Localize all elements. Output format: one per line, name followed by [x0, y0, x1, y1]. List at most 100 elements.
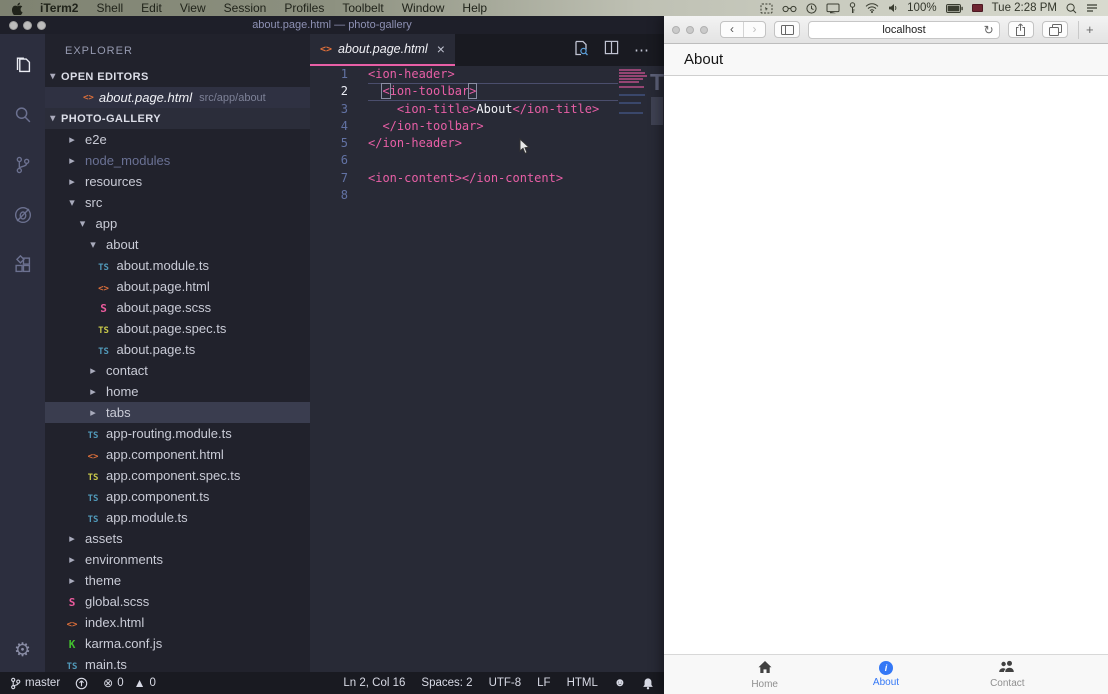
battery-icon[interactable]: [946, 4, 963, 13]
menu-edit[interactable]: Edit: [132, 0, 171, 16]
zoom-window-button[interactable]: [700, 26, 708, 34]
close-window-button[interactable]: [9, 21, 18, 30]
notifications-bell-icon[interactable]: [642, 677, 654, 690]
glasses-icon[interactable]: [782, 4, 797, 13]
tree-item-index-html[interactable]: <>index.html: [45, 612, 310, 633]
screenshot-icon[interactable]: [760, 3, 773, 14]
tree-item-contact[interactable]: ▸contact: [45, 360, 310, 381]
minimize-window-button[interactable]: [686, 26, 694, 34]
extensions-icon[interactable]: [0, 240, 45, 290]
show-tabs-button[interactable]: [1042, 21, 1068, 38]
explorer-icon[interactable]: [0, 40, 45, 90]
code-line-1[interactable]: 1<ion-header>: [310, 66, 664, 83]
tab-about-page-html[interactable]: <> about.page.html ×: [310, 34, 455, 66]
tree-item-about-page-scss[interactable]: Sabout.page.scss: [45, 297, 310, 318]
close-window-button[interactable]: [672, 26, 680, 34]
code-line-5[interactable]: 5</ion-header>: [310, 135, 664, 152]
menu-iterm2[interactable]: iTerm2: [31, 0, 87, 16]
share-button[interactable]: [1008, 21, 1034, 38]
app-tab-contact[interactable]: Contact: [947, 660, 1068, 689]
tree-item-assets[interactable]: ▸assets: [45, 528, 310, 549]
search-icon[interactable]: [0, 90, 45, 140]
git-branch-indicator[interactable]: master: [10, 677, 60, 690]
back-button[interactable]: ‹: [721, 22, 743, 37]
tree-item-e2e[interactable]: ▸e2e: [45, 129, 310, 150]
app-tab-home[interactable]: Home: [704, 660, 825, 690]
minimap[interactable]: [619, 69, 649, 115]
cursor-position-indicator[interactable]: Ln 2, Col 16: [343, 677, 405, 689]
clock-icon[interactable]: [806, 3, 817, 14]
find-in-file-icon[interactable]: [573, 40, 589, 61]
open-editors-section-header[interactable]: ▾ OPEN EDITORS: [45, 66, 310, 87]
menu-shell[interactable]: Shell: [87, 0, 132, 16]
menu-view[interactable]: View: [171, 0, 215, 16]
reload-icon[interactable]: ↻: [984, 25, 994, 35]
tree-item-app-component-html[interactable]: <>app.component.html: [45, 444, 310, 465]
apple-menu-icon[interactable]: [6, 2, 31, 15]
minimize-window-button[interactable]: [23, 21, 32, 30]
menu-bar-clock[interactable]: Tue 2:28 PM: [992, 2, 1057, 14]
debug-icon[interactable]: [0, 190, 45, 240]
code-line-4[interactable]: 4 </ion-toolbar>: [310, 118, 664, 135]
sidebar-toggle-button[interactable]: [774, 21, 800, 38]
tree-item-app[interactable]: ▾app: [45, 213, 310, 234]
display-icon[interactable]: [826, 3, 840, 14]
open-editor-item[interactable]: <> about.page.html src/app/about: [45, 87, 310, 108]
settings-gear-icon[interactable]: ⚙: [0, 639, 45, 662]
project-section-header[interactable]: ▾ PHOTO-GALLERY: [45, 108, 310, 129]
new-tab-button[interactable]: +: [1078, 21, 1100, 39]
split-editor-icon[interactable]: [604, 40, 619, 60]
tree-item-karma-conf-js[interactable]: Kkarma.conf.js: [45, 633, 310, 654]
tree-item-about-page-spec-ts[interactable]: TSabout.page.spec.ts: [45, 318, 310, 339]
code-line-7[interactable]: 7<ion-content></ion-content>: [310, 170, 664, 187]
address-bar[interactable]: localhost ↻: [808, 21, 999, 39]
code-line-3[interactable]: 3 <ion-title>About</ion-title>: [310, 101, 664, 118]
eol-indicator[interactable]: LF: [537, 677, 550, 689]
code-line-2[interactable]: 2 <ion-toolbar>: [310, 83, 664, 100]
tree-item-main-ts[interactable]: TSmain.ts: [45, 654, 310, 672]
menu-session[interactable]: Session: [215, 0, 276, 16]
sync-icon[interactable]: [75, 677, 88, 690]
tree-item-about-page-html[interactable]: <>about.page.html: [45, 276, 310, 297]
tree-item-tabs[interactable]: ▸tabs: [45, 402, 310, 423]
more-actions-icon[interactable]: ⋯: [634, 41, 650, 59]
tree-item-src[interactable]: ▾src: [45, 192, 310, 213]
notification-center-icon[interactable]: [1086, 3, 1098, 13]
tree-item-about-module-ts[interactable]: TSabout.module.ts: [45, 255, 310, 276]
tree-item-app-component-ts[interactable]: TSapp.component.ts: [45, 486, 310, 507]
tree-item-about[interactable]: ▾about: [45, 234, 310, 255]
code-line-8[interactable]: 8: [310, 187, 664, 204]
tree-item-resources[interactable]: ▸resources: [45, 171, 310, 192]
code-line-6[interactable]: 6: [310, 152, 664, 169]
encoding-indicator[interactable]: UTF-8: [489, 677, 522, 689]
tree-item-global-scss[interactable]: Sglobal.scss: [45, 591, 310, 612]
errors-indicator[interactable]: ⊗ 0 ▲ 0: [103, 676, 156, 690]
tree-item-node-modules[interactable]: ▸node_modules: [45, 150, 310, 171]
zoom-window-button[interactable]: [37, 21, 46, 30]
menu-window[interactable]: Window: [393, 0, 454, 16]
menu-help[interactable]: Help: [453, 0, 496, 16]
tree-item-app-component-spec-ts[interactable]: TSapp.component.spec.ts: [45, 465, 310, 486]
input-source-flag-icon[interactable]: [972, 4, 983, 12]
source-control-icon[interactable]: [0, 140, 45, 190]
language-mode-indicator[interactable]: HTML: [567, 677, 598, 689]
app-tab-about[interactable]: iAbout: [825, 661, 946, 688]
menu-profiles[interactable]: Profiles: [275, 0, 333, 16]
indentation-indicator[interactable]: Spaces: 2: [421, 677, 472, 689]
tree-item-about-page-ts[interactable]: TSabout.page.ts: [45, 339, 310, 360]
tree-item-app-routing-module-ts[interactable]: TSapp-routing.module.ts: [45, 423, 310, 444]
tree-item-theme[interactable]: ▸theme: [45, 570, 310, 591]
tree-item-environments[interactable]: ▸environments: [45, 549, 310, 570]
menu-toolbelt[interactable]: Toolbelt: [333, 0, 392, 16]
forward-button[interactable]: ›: [743, 22, 765, 37]
wifi-icon[interactable]: [865, 3, 879, 13]
vscode-title-bar[interactable]: about.page.html — photo-gallery: [0, 16, 664, 34]
tree-item-app-module-ts[interactable]: TSapp.module.ts: [45, 507, 310, 528]
tree-item-home[interactable]: ▸home: [45, 381, 310, 402]
volume-icon[interactable]: [888, 3, 898, 13]
feedback-smiley-icon[interactable]: ☻: [614, 677, 626, 689]
code-editor[interactable]: 1<ion-header>2 <ion-toolbar>3 <ion-title…: [310, 66, 664, 672]
spotlight-icon[interactable]: [1066, 3, 1077, 14]
tab-close-icon[interactable]: ×: [437, 42, 445, 56]
key-icon[interactable]: [849, 2, 856, 14]
